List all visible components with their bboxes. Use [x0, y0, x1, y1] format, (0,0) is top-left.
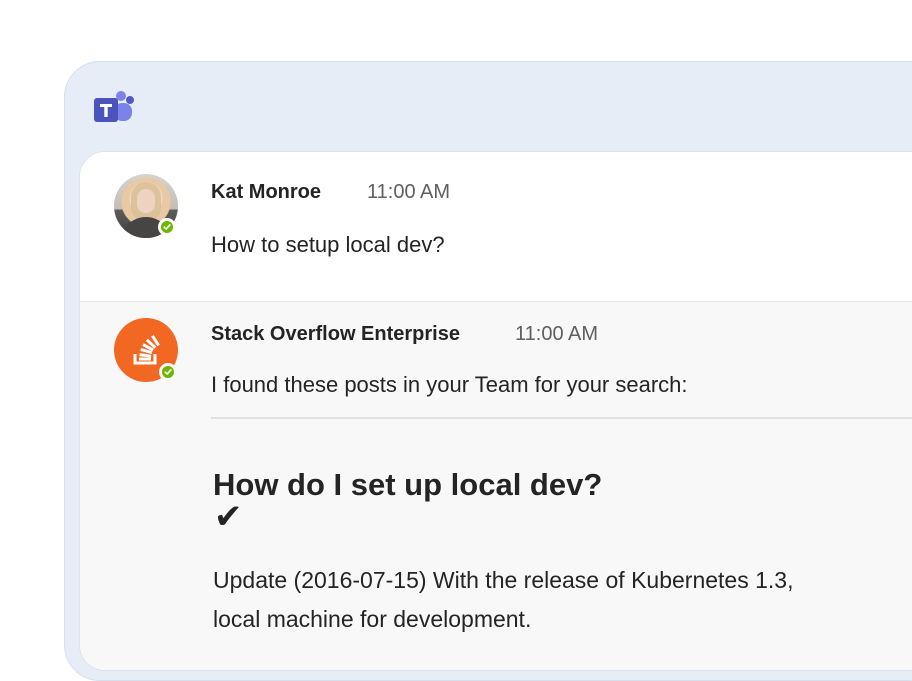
card-divider — [211, 417, 912, 419]
message-stack-overflow-enterprise: Stack Overflow Enterprise 11:00 AM I fou… — [80, 301, 912, 670]
post-excerpt-line: Update (2016-07-15) With the release of … — [213, 567, 794, 593]
message-text: How to setup local dev? — [211, 232, 445, 257]
post-title[interactable]: How do I set up local dev? — [213, 467, 602, 503]
chat-panel: Kat Monroe 11:00 AM How to setup local d… — [79, 151, 912, 671]
available-status-icon — [159, 363, 177, 381]
accepted-check-icon: ✔ — [214, 498, 243, 536]
avatar-face — [137, 189, 155, 213]
teams-logo-icon — [94, 91, 134, 122]
post-excerpt-line: local machine for development. — [213, 606, 532, 632]
message-time: 11:00 AM — [367, 181, 451, 203]
post-excerpt: Update (2016-07-15) With the release of … — [213, 561, 912, 639]
message-kat-monroe: Kat Monroe 11:00 AM How to setup local d… — [80, 152, 912, 301]
stack-overflow-icon — [133, 334, 160, 365]
sender-name[interactable]: Kat Monroe — [211, 181, 321, 204]
message-time: 11:00 AM — [515, 323, 599, 345]
message-text: I found these posts in your Team for you… — [211, 372, 688, 397]
available-status-icon — [158, 218, 176, 236]
sender-name[interactable]: Stack Overflow Enterprise — [211, 323, 460, 346]
